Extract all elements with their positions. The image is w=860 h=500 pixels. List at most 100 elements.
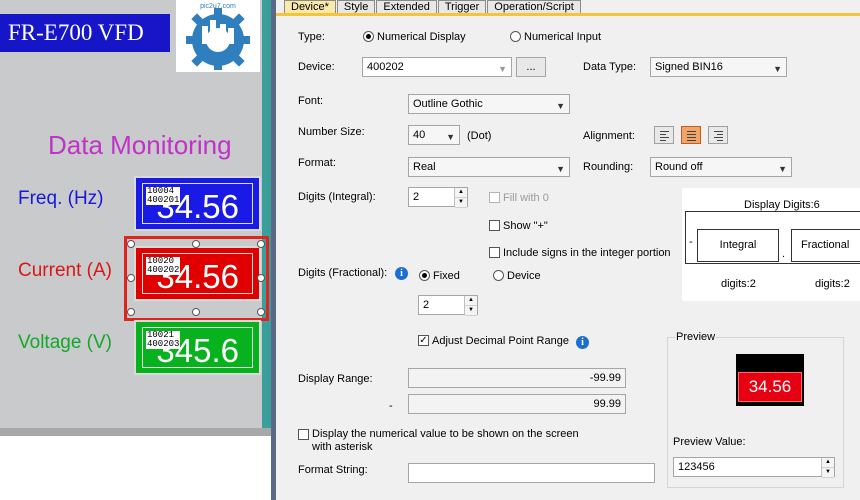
tab-style[interactable]: Style: [336, 0, 376, 14]
include-signs-checkbox[interactable]: [489, 247, 500, 258]
resize-handle[interactable]: [127, 308, 135, 316]
resize-handle[interactable]: [257, 308, 265, 316]
type-numerical-display-label[interactable]: Numerical Display: [377, 31, 466, 43]
asterisk-label-line1: Display the numerical value to be shown …: [312, 428, 579, 440]
fill-with-zero-checkbox[interactable]: [489, 192, 500, 203]
adjust-decimal-label: Adjust Decimal Point Range: [432, 335, 569, 347]
preview-value-label: Preview Value:: [673, 436, 746, 448]
resize-handle[interactable]: [192, 308, 200, 316]
fractional-box: Fractional: [791, 229, 860, 262]
voltage-device-tag: 10021 400203: [146, 330, 181, 349]
rounding-label: Rounding:: [583, 161, 634, 173]
freq-numerical-display[interactable]: 34.56 10004 400201: [134, 176, 261, 231]
dialog-left-strip: [271, 0, 276, 500]
digits-fractional-value: 2: [423, 299, 430, 311]
tab-device[interactable]: Device*: [284, 0, 336, 14]
type-numerical-display-radio[interactable]: [363, 31, 374, 42]
voltage-label: Voltage (V): [18, 332, 112, 353]
chevron-down-icon: ▼: [778, 164, 787, 174]
preview-group: Preview 34.56 Preview Value: 123456 ▲ ▼: [667, 331, 844, 488]
fractional-fixed-radio[interactable]: [419, 270, 430, 281]
font-value: Outline Gothic: [413, 98, 483, 110]
tab-trigger[interactable]: Trigger: [437, 0, 487, 14]
format-select[interactable]: Real ▼: [408, 157, 570, 177]
device-browse-button[interactable]: ...: [516, 57, 546, 77]
chevron-down-icon: ▼: [446, 132, 455, 142]
resize-handle[interactable]: [127, 274, 135, 282]
info-icon[interactable]: i: [395, 267, 408, 280]
digits-fractional-spinbox[interactable]: 2 ▲ ▼: [418, 295, 478, 316]
tab-bar: Device* Style Extended Trigger Operation…: [284, 0, 582, 14]
info-icon[interactable]: i: [576, 336, 589, 349]
preview-value: 123456: [678, 461, 715, 473]
type-label: Type:: [298, 31, 325, 43]
type-numerical-input-label[interactable]: Numerical Input: [524, 31, 601, 43]
preview-group-label: Preview: [675, 331, 717, 343]
device-input[interactable]: 400202 ▼: [362, 57, 512, 77]
align-center-icon[interactable]: [681, 126, 701, 144]
preview-display: 34.56: [736, 354, 804, 406]
type-numerical-input-radio[interactable]: [510, 31, 521, 42]
gear-city-icon: pic2u7.com: [186, 3, 250, 70]
tab-operation-script[interactable]: Operation/Script: [487, 0, 581, 14]
svg-text:pic2u7.com: pic2u7.com: [200, 3, 236, 10]
font-label: Font:: [298, 95, 324, 107]
vfd-title[interactable]: FR-E700 VFD: [0, 14, 170, 52]
display-range-label: Display Range:: [298, 373, 373, 385]
dot-unit-label: (Dot): [467, 130, 492, 142]
format-value: Real: [413, 161, 436, 173]
freq-label: Freq. (Hz): [18, 188, 104, 209]
numerical-display-dialog: Device* Style Extended Trigger Operation…: [271, 0, 860, 500]
decimal-point: .: [782, 248, 786, 260]
align-right-icon[interactable]: [708, 126, 728, 144]
preview-value-spinbox[interactable]: 123456 ▲ ▼: [673, 457, 835, 478]
fractional-device-label[interactable]: Device: [507, 270, 541, 282]
fill-with-zero-label: Fill with 0: [503, 192, 549, 204]
display-range-min: -99.99: [408, 368, 626, 388]
chevron-down-icon: ▼: [556, 164, 565, 174]
hmi-screen-canvas: FR-E700 VFD pic2u7.com Data Monitoring F…: [0, 0, 271, 500]
fractional-device-radio[interactable]: [493, 270, 504, 281]
chevron-down-icon: ▼: [556, 101, 565, 111]
rounding-select[interactable]: Round off ▼: [650, 157, 792, 177]
tab-extended[interactable]: Extended: [376, 0, 437, 14]
screen-bottom-edge: [0, 428, 271, 436]
resize-handle[interactable]: [257, 274, 265, 282]
data-type-label: Data Type:: [583, 61, 636, 73]
digits-integral-label: Digits (Integral):: [298, 191, 376, 203]
digits-integral-spinbox[interactable]: 2 ▲ ▼: [408, 187, 468, 208]
resize-handle[interactable]: [127, 240, 135, 248]
preview-value-display: 34.56: [738, 372, 802, 402]
spin-up-down-icon[interactable]: ▲ ▼: [454, 188, 467, 208]
show-plus-label: Show "+": [503, 220, 548, 232]
asterisk-checkbox[interactable]: [298, 429, 309, 440]
format-string-input[interactable]: [408, 463, 655, 483]
resize-handle[interactable]: [192, 240, 200, 248]
chevron-down-icon: ▼: [498, 64, 507, 74]
integral-box: Integral: [697, 229, 779, 262]
data-type-select[interactable]: Signed BIN16 ▼: [650, 57, 787, 77]
tab-underline: [276, 13, 860, 16]
fractional-digits-count: digits:2: [815, 278, 850, 290]
fractional-fixed-label[interactable]: Fixed: [433, 270, 460, 282]
current-label: Current (A): [18, 260, 112, 281]
show-plus-checkbox[interactable]: [489, 220, 500, 231]
data-monitoring-heading: Data Monitoring: [48, 130, 232, 160]
voltage-numerical-display[interactable]: 345.6 10021 400203: [134, 320, 261, 375]
spin-up-down-icon[interactable]: ▲ ▼: [464, 296, 477, 316]
asterisk-label-line2: with asterisk: [312, 441, 373, 453]
font-select[interactable]: Outline Gothic ▼: [408, 94, 570, 114]
align-left-icon[interactable]: [654, 126, 674, 144]
number-size-label: Number Size:: [298, 126, 365, 138]
digits-fractional-label: Digits (Fractional):: [298, 267, 388, 279]
device-value: 400202: [367, 61, 404, 73]
watermark-logo: pic2u7.com: [176, 0, 260, 72]
screen-edge: [262, 0, 271, 428]
include-signs-label: Include signs in the integer portion: [503, 247, 671, 259]
resize-handle[interactable]: [257, 240, 265, 248]
spin-up-down-icon[interactable]: ▲ ▼: [821, 458, 834, 478]
data-type-value: Signed BIN16: [655, 61, 723, 73]
freq-device-tag: 10004 400201: [146, 186, 181, 205]
adjust-decimal-checkbox[interactable]: ✓: [418, 335, 429, 346]
number-size-select[interactable]: 40 ▼: [408, 125, 460, 145]
